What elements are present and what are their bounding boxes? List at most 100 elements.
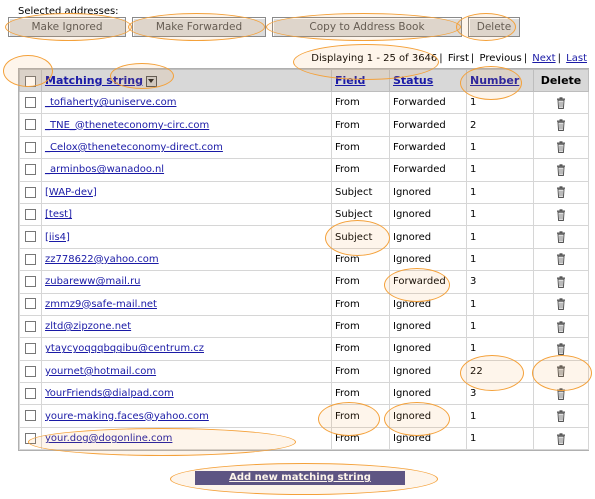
table-row: zz778622@yahoo.com From Ignored 1 [19, 247, 589, 272]
number-cell: 22 [466, 359, 534, 384]
matching-string-link[interactable]: YourFriends@dialpad.com [45, 388, 174, 399]
field-cell: From [331, 314, 390, 339]
row-select-cell [19, 359, 42, 384]
matching-string-cell: _tofiaherty@uniserve.com [41, 90, 332, 115]
matching-string-link[interactable]: _Celox@theneteconomy-direct.com [45, 142, 223, 153]
make-forwarded-label: Make Forwarded [155, 21, 243, 33]
add-matching-string-button[interactable]: Add new matching string [195, 471, 405, 485]
trash-icon[interactable] [556, 388, 566, 400]
matching-string-link[interactable]: _TNE_@theneteconomy-circ.com [45, 120, 209, 131]
make-forwarded-button[interactable]: Make Forwarded [132, 17, 266, 37]
row-checkbox[interactable] [25, 320, 36, 332]
delete-cell [533, 337, 589, 361]
row-checkbox[interactable] [25, 365, 36, 377]
number-cell: 1 [466, 90, 534, 115]
trash-icon[interactable] [556, 119, 566, 132]
row-checkbox[interactable] [25, 119, 36, 131]
pager-last-link[interactable]: Last [566, 53, 587, 64]
trash-icon[interactable] [556, 320, 566, 333]
matching-string-cell: YourFriends@dialpad.com [41, 382, 332, 406]
sort-number-link[interactable]: Number [470, 74, 519, 87]
matching-string-link[interactable]: zmmz9@safe-mail.net [45, 299, 157, 310]
field-cell: From [331, 382, 390, 406]
delete-selected-label: Delete [476, 21, 512, 33]
matching-string-link[interactable]: zubareww@mail.ru [45, 276, 141, 287]
selected-addresses-label: Selected addresses: [18, 6, 119, 17]
field-cell: From [331, 247, 390, 272]
matching-string-link[interactable]: _tofiaherty@uniserve.com [45, 97, 176, 108]
matching-string-link[interactable]: zz778622@yahoo.com [45, 254, 159, 265]
matching-string-link[interactable]: _arminbos@wanadoo.nl [45, 164, 164, 175]
status-cell: Ignored [389, 225, 467, 249]
status-cell: Ignored [389, 382, 467, 406]
trash-icon[interactable] [556, 253, 566, 266]
delete-cell [533, 135, 589, 160]
select-all-checkbox[interactable] [25, 75, 36, 87]
trash-icon[interactable] [556, 432, 566, 445]
matching-string-link[interactable]: [iis4] [45, 232, 70, 243]
trash-icon[interactable] [556, 365, 566, 378]
field-cell: From [331, 292, 390, 316]
matching-string-cell: [test] [41, 202, 332, 227]
row-checkbox[interactable] [25, 253, 36, 265]
row-checkbox[interactable] [25, 432, 36, 444]
matching-string-cell: ytaycyoqqqbqgibu@centrum.cz [41, 337, 332, 361]
row-select-cell [19, 135, 42, 160]
matching-string-link[interactable]: youre-making.faces@yahoo.com [45, 411, 209, 422]
row-checkbox[interactable] [25, 208, 36, 220]
trash-icon[interactable] [556, 343, 566, 355]
field-cell: From [331, 426, 390, 451]
header-delete: Delete [533, 69, 589, 92]
matching-string-link[interactable]: ytaycyoqqqbqgibu@centrum.cz [45, 343, 204, 354]
row-checkbox[interactable] [25, 186, 36, 198]
trash-icon[interactable] [556, 410, 566, 423]
trash-icon[interactable] [556, 208, 566, 221]
row-select-cell [19, 337, 42, 361]
trash-icon[interactable] [556, 164, 566, 176]
make-ignored-button[interactable]: Make Ignored [8, 17, 126, 37]
delete-selected-button[interactable]: Delete [468, 17, 520, 37]
sort-matching-string-link[interactable]: Matching string [45, 74, 143, 87]
sort-dropdown-icon[interactable] [146, 75, 157, 87]
table-row: YourFriends@dialpad.com From Ignored 3 [19, 382, 589, 406]
trash-icon[interactable] [556, 231, 566, 244]
copy-to-address-book-button[interactable]: Copy to Address Book [272, 17, 462, 37]
row-checkbox[interactable] [25, 298, 36, 310]
matching-string-link[interactable]: zltd@zipzone.net [45, 321, 131, 332]
row-checkbox[interactable] [25, 141, 36, 153]
row-checkbox[interactable] [25, 164, 36, 176]
delete-cell [533, 158, 589, 182]
trash-icon[interactable] [556, 141, 566, 154]
row-checkbox[interactable] [25, 388, 36, 400]
status-cell: Forwarded [389, 158, 467, 182]
sort-field-link[interactable]: Field [335, 74, 365, 87]
trash-icon[interactable] [556, 298, 566, 311]
number-cell: 1 [466, 225, 534, 249]
row-select-cell [19, 270, 42, 294]
trash-icon[interactable] [556, 96, 566, 109]
status-cell: Ignored [389, 247, 467, 272]
row-checkbox[interactable] [25, 96, 36, 108]
matching-string-link[interactable]: yournet@hotmail.com [45, 366, 156, 377]
delete-cell [533, 404, 589, 428]
matching-string-cell: zubareww@mail.ru [41, 270, 332, 294]
table-row: zmmz9@safe-mail.net From Ignored 1 [19, 292, 589, 316]
row-select-cell [19, 113, 42, 137]
row-checkbox[interactable] [25, 276, 36, 288]
pager-previous: Previous [479, 53, 522, 64]
matching-string-link[interactable]: your.dog@dogonline.com [45, 433, 172, 444]
row-checkbox[interactable] [25, 343, 36, 355]
pager-next-link[interactable]: Next [532, 53, 555, 64]
row-checkbox[interactable] [25, 231, 36, 243]
trash-icon[interactable] [556, 186, 566, 199]
number-cell: 2 [466, 113, 534, 137]
delete-cell [533, 113, 589, 137]
row-select-cell [19, 202, 42, 227]
sort-status-link[interactable]: Status [393, 74, 433, 87]
matching-string-link[interactable]: [test] [45, 209, 72, 220]
delete-cell [533, 359, 589, 384]
trash-icon[interactable] [556, 276, 566, 288]
delete-cell [533, 90, 589, 115]
row-checkbox[interactable] [25, 410, 36, 422]
matching-string-link[interactable]: [WAP-dev] [45, 187, 97, 198]
